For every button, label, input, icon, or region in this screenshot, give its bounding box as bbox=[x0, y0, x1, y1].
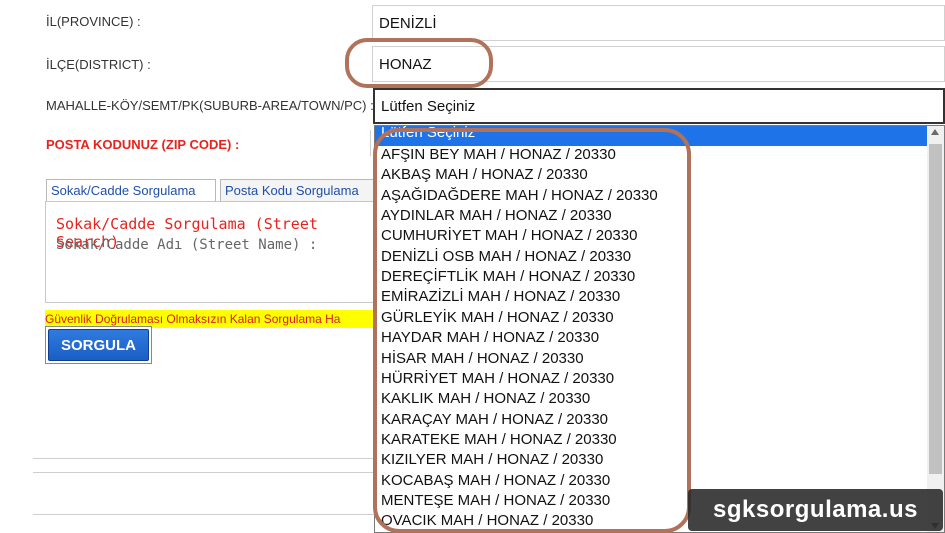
watermark: sgksorgulama.us bbox=[688, 489, 943, 531]
tab-postcode-search-label: Posta Kodu Sorgulama bbox=[225, 183, 359, 198]
zip-code-label: POSTA KODUNUZ (ZIP CODE) : bbox=[46, 137, 240, 152]
street-search-panel: Sokak/Cadde Sorgulama (Street Search) So… bbox=[45, 201, 375, 303]
search-button-label: SORGULA bbox=[48, 329, 149, 361]
divider-2 bbox=[33, 472, 374, 473]
tab-street-search-label: Sokak/Cadde Sorgulama bbox=[51, 183, 196, 198]
scroll-up-icon[interactable] bbox=[931, 129, 939, 135]
province-field[interactable]: DENİZLİ bbox=[372, 5, 945, 41]
province-label: İL(PROVINCE) : bbox=[46, 14, 141, 29]
divider-3 bbox=[33, 514, 374, 515]
district-highlight-ring bbox=[345, 38, 493, 88]
scrollbar-thumb[interactable] bbox=[929, 144, 942, 474]
dropdown-scrollbar[interactable] bbox=[927, 126, 944, 532]
dropdown-highlight-ring bbox=[373, 128, 691, 533]
divider-1 bbox=[33, 458, 374, 459]
tab-postcode-search[interactable]: Posta Kodu Sorgulama bbox=[220, 179, 374, 201]
search-button[interactable]: SORGULA bbox=[45, 326, 152, 364]
tab-street-search[interactable]: Sokak/Cadde Sorgulama bbox=[46, 179, 216, 201]
suburb-select[interactable]: Lütfen Seçiniz bbox=[373, 88, 945, 124]
province-value: DENİZLİ bbox=[379, 14, 437, 32]
district-label: İLÇE(DISTRICT) : bbox=[46, 57, 151, 72]
suburb-label: MAHALLE-KÖY/SEMT/PK(SUBURB-AREA/TOWN/PC)… bbox=[46, 98, 374, 113]
suburb-select-value: Lütfen Seçiniz bbox=[381, 97, 476, 115]
street-name-label: Sokak/Cadde Adı (Street Name) : bbox=[56, 237, 318, 253]
